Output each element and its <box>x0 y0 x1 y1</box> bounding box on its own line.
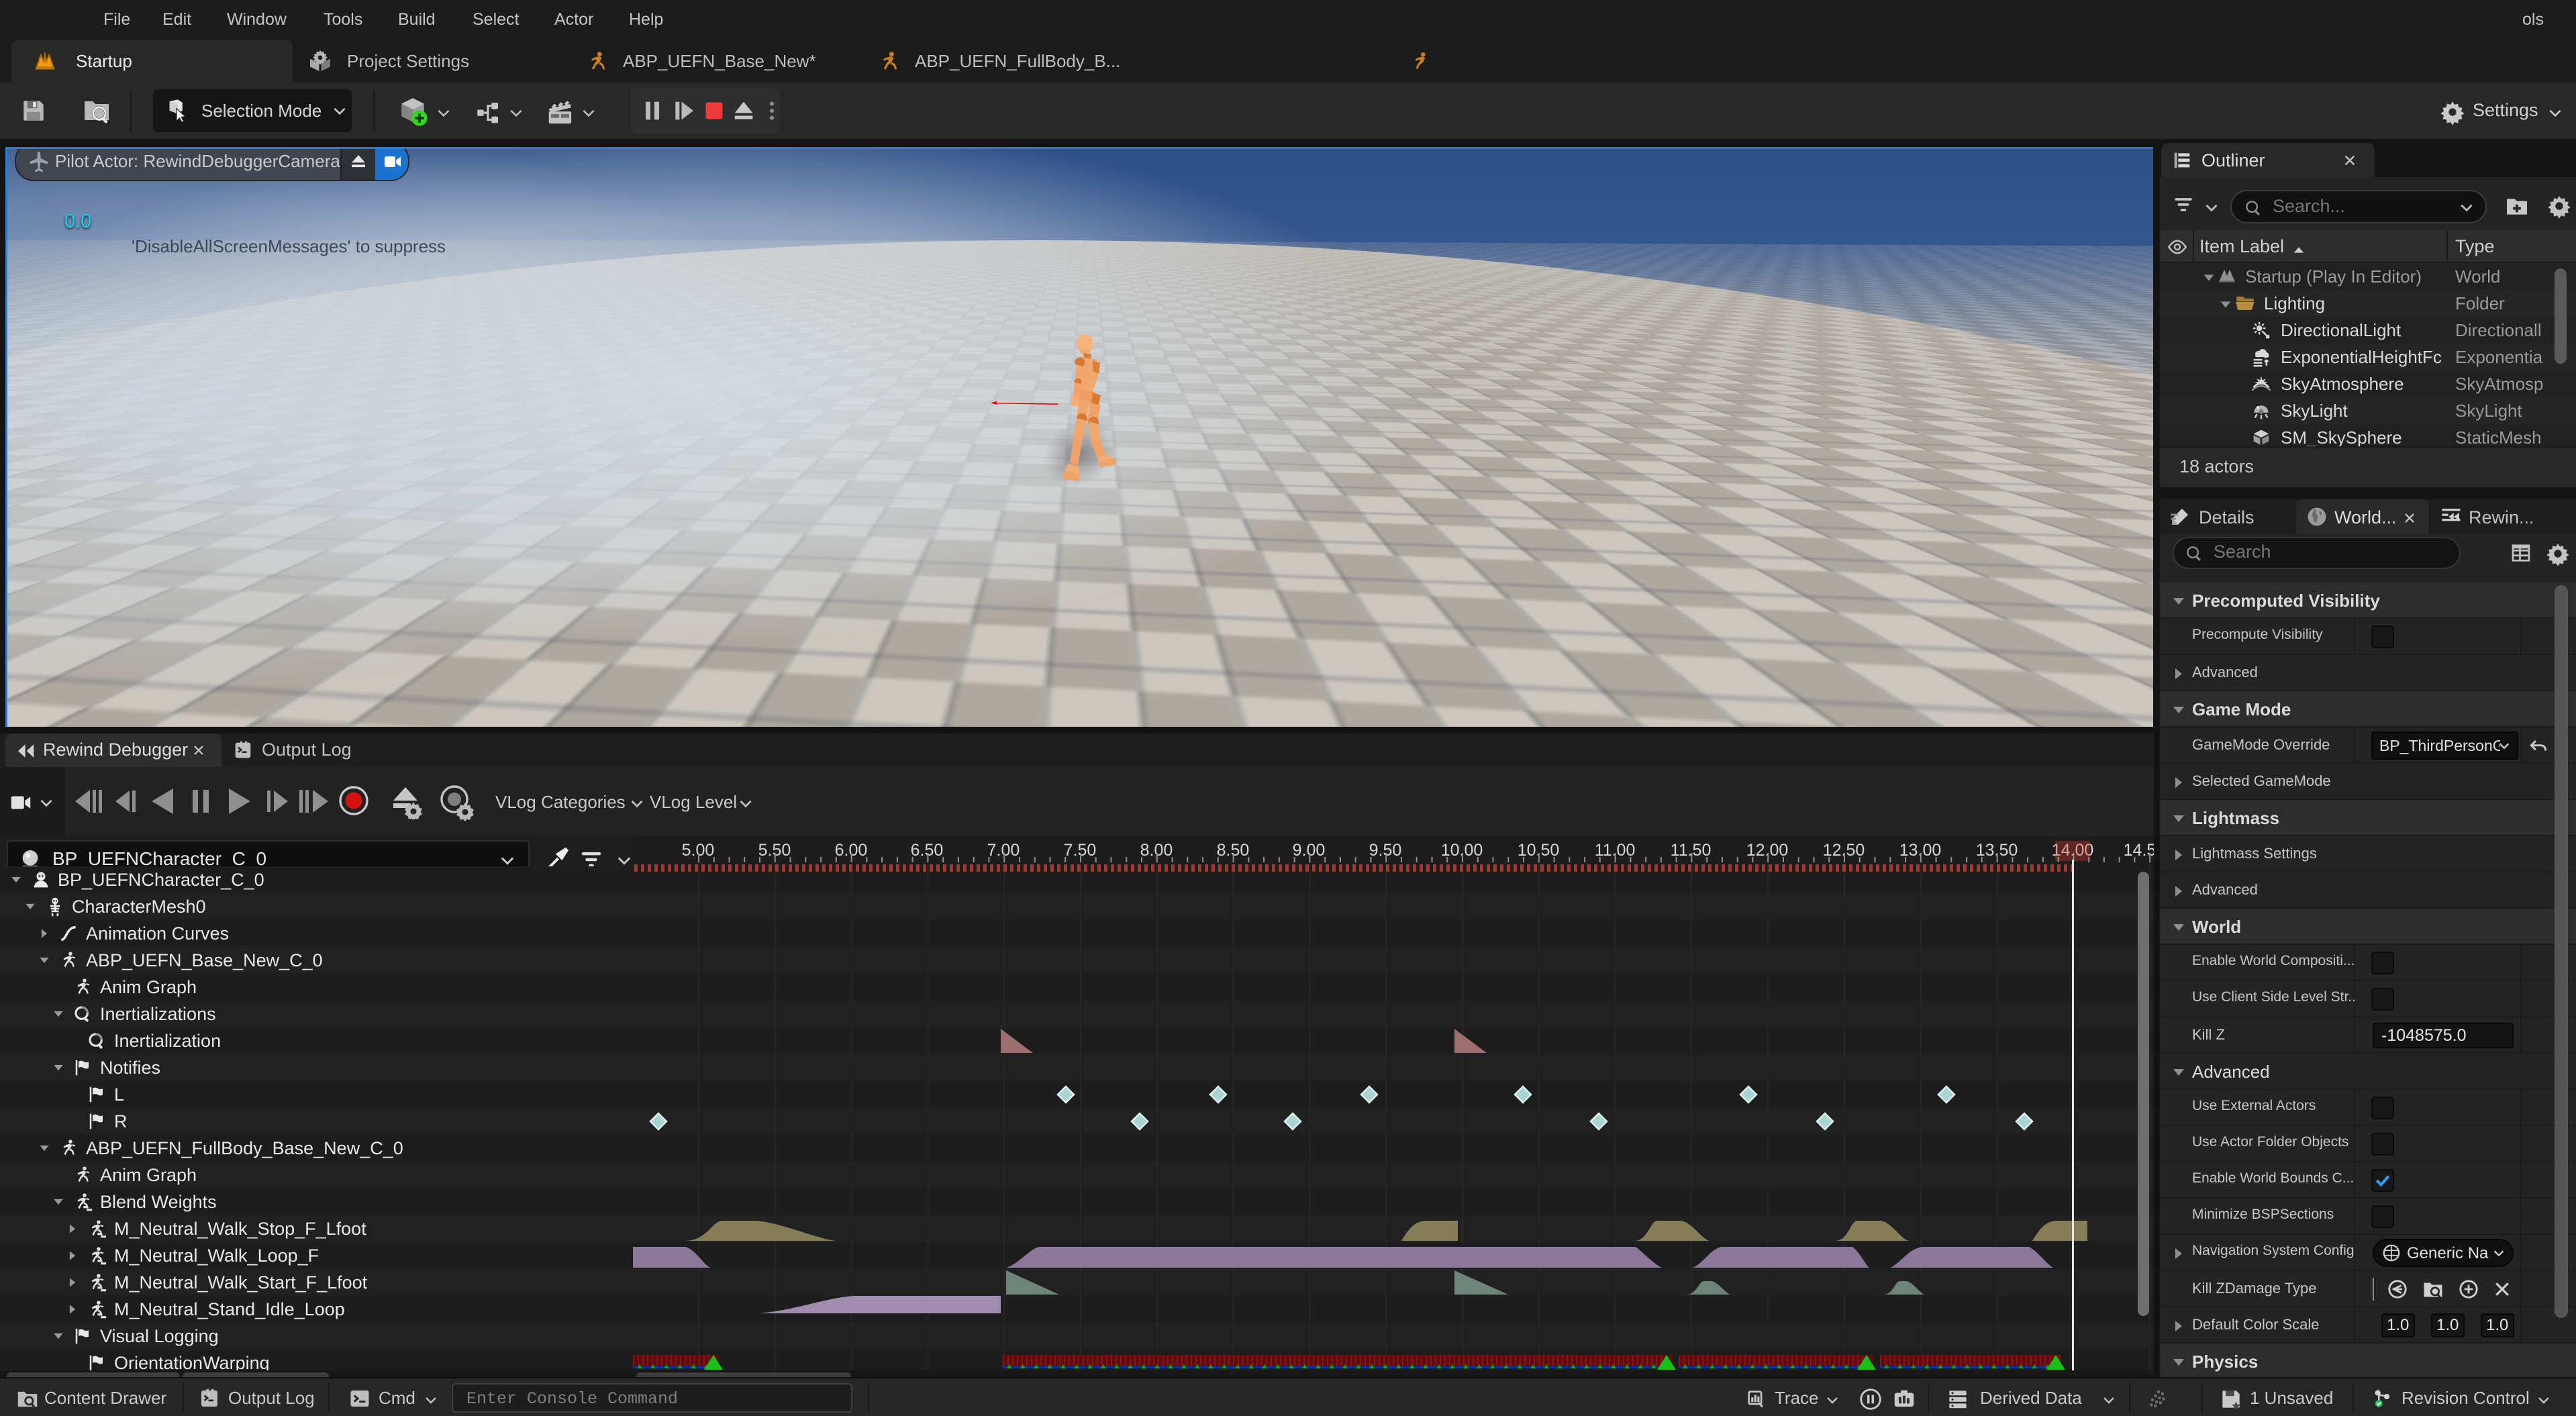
svg-text:7.00: 7.00 <box>987 841 1020 860</box>
svg-text:12.00: 12.00 <box>1746 841 1789 860</box>
svg-text:6.50: 6.50 <box>911 841 944 860</box>
svg-text:11.50: 11.50 <box>1671 841 1712 860</box>
svg-text:14.5: 14.5 <box>2124 841 2154 860</box>
svg-text:9.00: 9.00 <box>1293 841 1326 860</box>
svg-text:9.50: 9.50 <box>1369 841 1402 860</box>
